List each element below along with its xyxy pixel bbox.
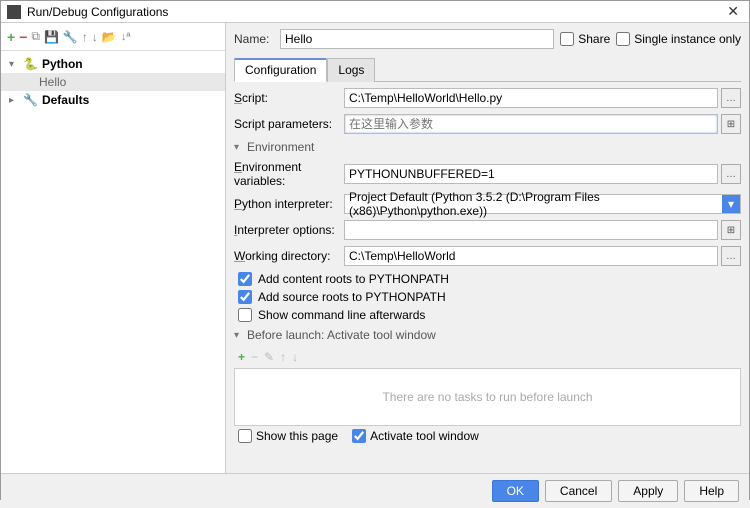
name-input[interactable] — [280, 29, 554, 49]
window-title: Run/Debug Configurations — [27, 5, 168, 19]
add-source-roots-checkbox[interactable] — [238, 290, 252, 304]
title-bar: Run/Debug Configurations ✕ — [1, 1, 749, 23]
sort-icon[interactable]: ↓ª — [121, 31, 131, 43]
remove-task-icon: − — [251, 350, 258, 364]
before-launch-toolbar: + − ✎ ↑ ↓ — [234, 348, 741, 368]
add-content-roots-checkbox[interactable] — [238, 272, 252, 286]
tree-item-python[interactable]: ▾ 🐍 Python — [1, 55, 225, 73]
interpreter-dropdown[interactable]: Project Default (Python 3.5.2 (D:\Progra… — [344, 194, 741, 214]
share-checkbox[interactable]: Share — [560, 32, 610, 46]
configuration-panel: Script: … Script parameters: ⊞ ▾ Environ… — [234, 88, 741, 469]
tree-item-defaults[interactable]: ▸ 🔧 Defaults — [1, 91, 225, 109]
before-launch-list: There are no tasks to run before launch — [234, 368, 741, 426]
move-task-up-icon: ↑ — [280, 350, 286, 364]
environment-section[interactable]: ▾ Environment — [234, 140, 741, 154]
add-icon[interactable]: + — [7, 29, 15, 45]
move-task-down-icon: ↓ — [292, 350, 298, 364]
show-page-checkbox[interactable]: Show this page — [238, 429, 338, 443]
help-button[interactable]: Help — [684, 480, 739, 502]
tree-item-hello[interactable]: Hello — [1, 73, 225, 91]
collapse-icon: ▾ — [234, 142, 244, 153]
share-checkbox-box[interactable] — [560, 32, 574, 46]
content-pane: Name: Share Single instance only Configu… — [226, 23, 749, 473]
interpreter-options-input[interactable] — [344, 220, 718, 240]
config-tree: ▾ 🐍 Python Hello ▸ 🔧 Defaults — [1, 51, 225, 473]
add-task-icon[interactable]: + — [238, 350, 245, 364]
expand-icon: ▸ — [9, 95, 19, 106]
move-up-icon[interactable]: ↑ — [82, 30, 88, 44]
edit-task-icon: ✎ — [264, 350, 274, 364]
name-label: Name: — [234, 32, 274, 46]
tree-label: Python — [42, 57, 83, 71]
env-vars-input[interactable] — [344, 164, 718, 184]
tree-label: Hello — [39, 75, 66, 89]
sidebar-toolbar: + − ⧉ 💾 🔧 ↑ ↓ 📂 ↓ª — [1, 23, 225, 51]
single-instance-label: Single instance only — [634, 32, 741, 46]
browse-script-button[interactable]: … — [721, 88, 741, 108]
show-page-box[interactable] — [238, 429, 252, 443]
workdir-label: Working directory: — [234, 249, 344, 263]
browse-workdir-button[interactable]: … — [721, 246, 741, 266]
tab-configuration[interactable]: Configuration — [234, 58, 327, 82]
wrench-icon[interactable]: 🔧 — [63, 30, 78, 44]
remove-icon[interactable]: − — [19, 29, 27, 45]
ok-button[interactable]: OK — [492, 480, 539, 502]
show-cmd-checkbox[interactable] — [238, 308, 252, 322]
share-label: Share — [578, 32, 610, 46]
empty-message: There are no tasks to run before launch — [382, 390, 592, 404]
python-icon: 🐍 — [23, 57, 38, 71]
copy-icon[interactable]: ⧉ — [31, 29, 40, 44]
edit-env-button[interactable]: … — [721, 164, 741, 184]
footer: OK Cancel Apply Help — [1, 473, 749, 508]
expand-params-button[interactable]: ⊞ — [721, 114, 741, 134]
dropdown-arrow-icon: ▾ — [722, 195, 740, 213]
tab-logs[interactable]: Logs — [327, 58, 375, 82]
working-directory-input[interactable] — [344, 246, 718, 266]
app-icon — [7, 5, 21, 19]
before-launch-section[interactable]: ▾ Before launch: Activate tool window — [234, 328, 741, 342]
apply-button[interactable]: Apply — [618, 480, 678, 502]
expand-icon: ▾ — [9, 59, 19, 70]
script-input[interactable] — [344, 88, 718, 108]
tab-bar: Configuration Logs — [234, 57, 741, 82]
save-icon[interactable]: 💾 — [44, 30, 59, 44]
activate-tool-checkbox[interactable]: Activate tool window — [352, 429, 479, 443]
move-down-icon[interactable]: ↓ — [92, 30, 98, 44]
folder-icon[interactable]: 📂 — [102, 30, 117, 44]
show-page-label: Show this page — [256, 429, 338, 443]
interpreter-label: Python interpreter: — [234, 197, 344, 211]
wrench-icon: 🔧 — [23, 93, 38, 107]
close-icon[interactable]: ✕ — [723, 3, 743, 20]
activate-tool-box[interactable] — [352, 429, 366, 443]
expand-opts-button[interactable]: ⊞ — [721, 220, 741, 240]
script-parameters-input[interactable] — [344, 114, 718, 134]
add-content-roots-label: Add content roots to PYTHONPATH — [258, 272, 449, 286]
interp-opts-label: Interpreter options: — [234, 223, 344, 237]
params-label: Script parameters: — [234, 117, 344, 131]
show-cmd-label: Show command line afterwards — [258, 308, 425, 322]
cancel-button[interactable]: Cancel — [545, 480, 612, 502]
single-instance-box[interactable] — [616, 32, 630, 46]
script-label: Script: — [234, 91, 344, 105]
interpreter-value: Project Default (Python 3.5.2 (D:\Progra… — [349, 190, 736, 218]
add-source-roots-label: Add source roots to PYTHONPATH — [258, 290, 446, 304]
sidebar: + − ⧉ 💾 🔧 ↑ ↓ 📂 ↓ª ▾ 🐍 Python Hello ▸ 🔧 … — [1, 23, 226, 473]
collapse-icon: ▾ — [234, 330, 244, 341]
env-vars-label: Environment variables: — [234, 160, 344, 188]
tree-label: Defaults — [42, 93, 89, 107]
single-instance-checkbox[interactable]: Single instance only — [616, 32, 741, 46]
activate-tool-label: Activate tool window — [370, 429, 479, 443]
